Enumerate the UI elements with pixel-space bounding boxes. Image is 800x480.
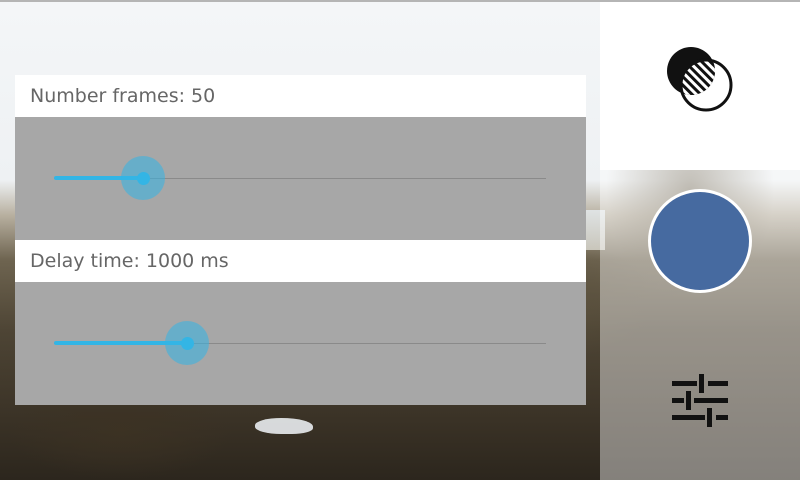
sliders-icon[interactable]: [668, 368, 732, 432]
shutter-fill: [651, 192, 749, 290]
frames-label: Number frames: 50: [15, 75, 586, 117]
settings-overlay: Number frames: 50 Delay time: 1000 ms: [15, 75, 586, 405]
shutter-button[interactable]: [648, 189, 752, 293]
slider-thumb[interactable]: [180, 337, 194, 350]
status-divider: [0, 0, 800, 2]
preview-detail: [255, 418, 313, 434]
frames-slider[interactable]: [15, 117, 586, 240]
overlap-circles-icon[interactable]: [665, 44, 737, 116]
delay-label: Delay time: 1000 ms: [15, 240, 586, 282]
slider-thumb[interactable]: [136, 172, 150, 185]
delay-slider[interactable]: [15, 282, 586, 405]
